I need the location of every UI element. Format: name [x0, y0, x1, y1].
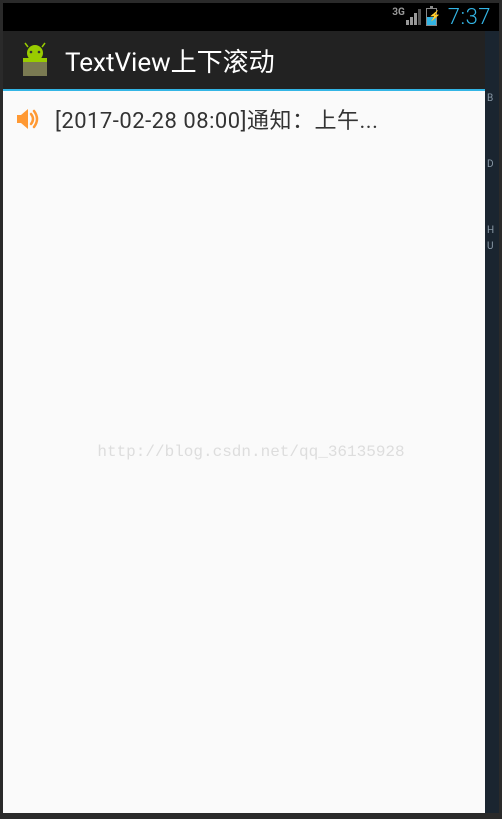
content-area[interactable]: [2017-02-28 08:00]通知：上午... http://blog.c…: [3, 91, 499, 813]
watermark: http://blog.csdn.net/qq_36135928: [97, 443, 404, 461]
drawer-label-h: H: [485, 223, 499, 239]
phone-frame: 3G ⚡ 7:37: [3, 3, 499, 813]
network-type-label: 3G: [392, 7, 405, 18]
right-drawer[interactable]: B D H U: [485, 31, 499, 813]
status-bar: 3G ⚡ 7:37: [3, 3, 499, 31]
drawer-label-u: U: [485, 239, 499, 255]
app-title: TextView上下滚动: [65, 42, 275, 79]
drawer-label-b: B: [485, 91, 499, 107]
notification-row[interactable]: [2017-02-28 08:00]通知：上午...: [13, 99, 489, 139]
app-icon: [17, 42, 53, 78]
signal-icon: [406, 9, 421, 25]
action-bar: TextView上下滚动: [3, 31, 499, 91]
status-icons: 3G ⚡ 7:37: [392, 5, 491, 30]
battery-icon: ⚡: [426, 8, 437, 26]
clock-label: 7:37: [448, 5, 491, 30]
drawer-label-d: D: [485, 157, 499, 173]
notification-text: [2017-02-28 08:00]通知：上午...: [55, 103, 378, 135]
speaker-icon: [13, 105, 41, 133]
